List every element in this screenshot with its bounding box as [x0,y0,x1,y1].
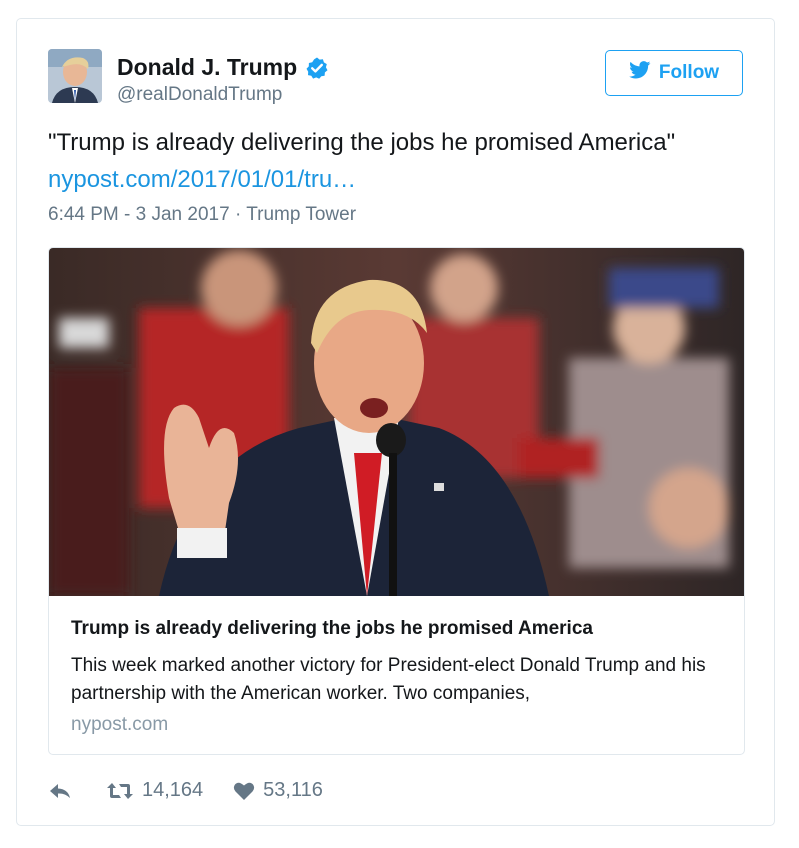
like-button[interactable]: 53,116 [233,779,323,802]
reply-button[interactable] [48,781,72,801]
retweet-icon [106,781,134,801]
retweet-button[interactable]: 14,164 [106,779,203,802]
like-count: 53,116 [263,779,323,801]
card-title: Trump is already delivering the jobs he … [71,618,593,639]
tweet-text: "Trump is already delivering the jobs he… [48,129,676,156]
avatar-image [48,49,102,103]
link-preview-card[interactable]: Trump is already delivering the jobs he … [48,247,745,755]
tweet-embed-card: Donald J. Trump @realDonaldTrump Follow … [16,18,775,826]
heart-icon [233,781,255,801]
tweet-timestamp-location[interactable]: 6:44 PM - 3 Jan 2017 · Trump Tower [48,204,356,226]
twitter-bird-icon [629,61,651,85]
tweet-actions: 14,164 53,116 [48,779,323,802]
card-description: This week marked another victory for Pre… [71,655,706,704]
retweet-count: 14,164 [142,779,204,801]
follow-label: Follow [658,62,720,83]
user-name-row: Donald J. Trump [117,54,329,81]
user-handle[interactable]: @realDonaldTrump [117,84,282,106]
verified-badge-icon [305,56,329,80]
article-photo [49,248,744,596]
avatar[interactable] [48,49,102,103]
follow-button[interactable]: Follow [605,50,743,96]
user-name[interactable]: Donald J. Trump [117,54,297,81]
card-domain: nypost.com [71,714,169,735]
tweet-link[interactable]: nypost.com/2017/01/01/tru… [48,166,356,194]
reply-icon [48,781,72,801]
